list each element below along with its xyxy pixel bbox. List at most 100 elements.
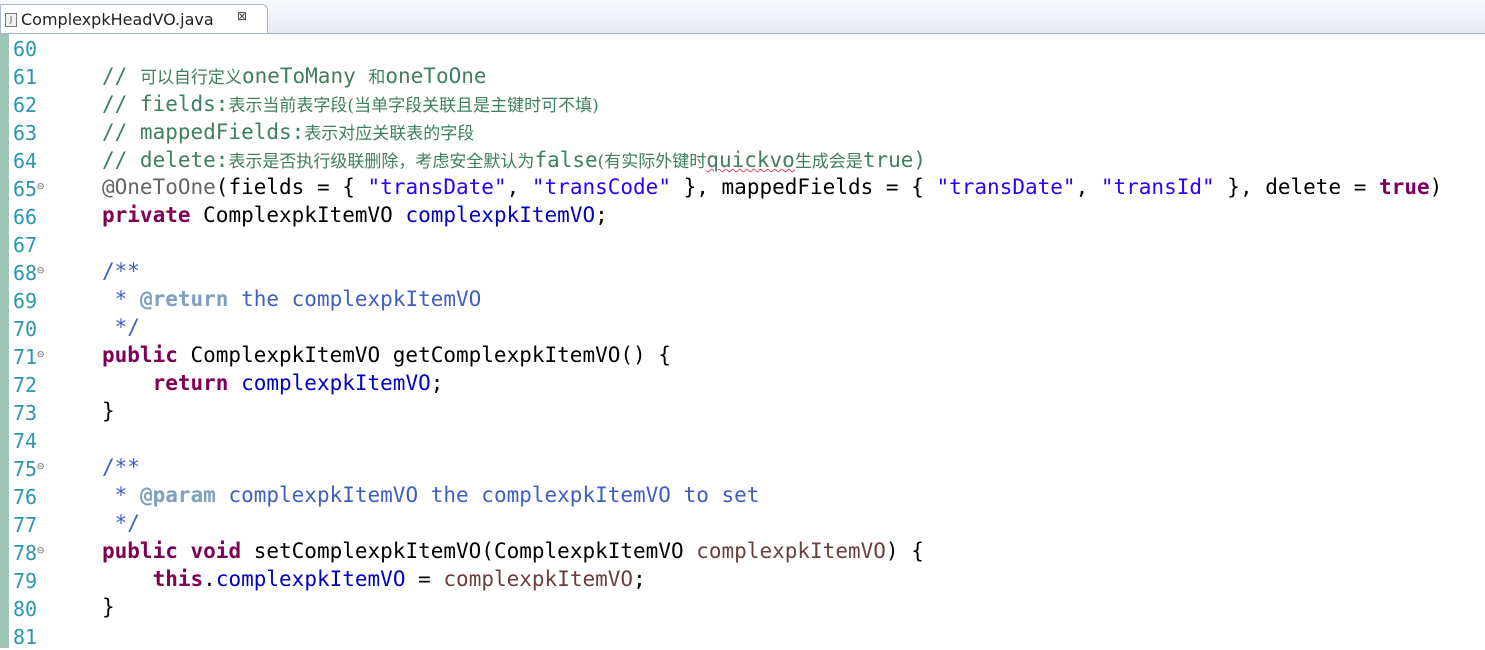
code-token: ) {: [885, 539, 924, 563]
code-line[interactable]: 70 */: [0, 314, 1485, 342]
line-number: 80: [13, 597, 38, 621]
code-text: public void setComplexpkItemVO(Complexpk…: [102, 539, 924, 563]
code-line[interactable]: 69 * @return the complexpkItemVO: [0, 286, 1485, 314]
code-token: /**: [102, 455, 140, 479]
code-text: this.complexpkItemVO = complexpkItemVO;: [102, 567, 646, 591]
code-line[interactable]: 73}: [0, 398, 1485, 426]
code-token: 表示是否执行级联删除，考虑安全默认为: [228, 152, 535, 172]
code-editor[interactable]: 60 61 // 可以自行定义oneToMany 和oneToOne 62 // fie…: [0, 34, 1485, 650]
code-line[interactable]: 60: [0, 34, 1485, 62]
line-number: 69: [13, 289, 38, 313]
code-text: */: [102, 511, 140, 535]
code-token: //: [102, 64, 140, 88]
code-line[interactable]: 66 private ComplexpkItemVO complexpkItemV…: [0, 202, 1485, 230]
line-number: 70: [13, 317, 38, 341]
code-token: the complexpkItemVO: [228, 287, 482, 311]
line-number: 62: [13, 93, 38, 117]
code-token: =: [405, 567, 444, 591]
code-line[interactable]: 62 // fields:表示当前表字段(当单字段关联且是主键时可不填): [0, 90, 1485, 118]
line-number: 65: [13, 177, 38, 201]
code-token: }, mappedFields = {: [670, 175, 937, 199]
line-number: 71: [13, 345, 38, 369]
code-token: ComplexpkItemVO: [190, 203, 406, 227]
line-number: 73: [13, 401, 38, 425]
code-token: .: [203, 567, 216, 591]
code-token: @return: [139, 287, 229, 311]
code-token: void: [190, 539, 242, 563]
code-token: complexpkItemVO: [443, 567, 634, 591]
code-token: ): [1429, 175, 1443, 199]
line-number: 63: [13, 121, 38, 145]
code-token: */: [102, 511, 140, 535]
code-token: 可以自行定义: [139, 68, 242, 88]
line-number: 67: [13, 233, 38, 257]
code-text: * @param complexpkItemVO the complexpkIt…: [102, 483, 760, 507]
fold-toggle-icon[interactable]: ⊖: [37, 543, 44, 557]
code-text: // 可以自行定义oneToMany 和oneToOne: [102, 63, 487, 88]
fold-toggle-icon[interactable]: ⊖: [37, 459, 44, 473]
fold-toggle-icon[interactable]: ⊖: [37, 179, 44, 193]
code-token: // fields:: [102, 92, 229, 116]
code-token: *: [102, 287, 140, 311]
fold-toggle-icon[interactable]: ⊖: [37, 347, 44, 361]
line-number: 66: [13, 205, 38, 229]
code-line[interactable]: 74: [0, 426, 1485, 454]
code-text: // fields:表示当前表字段(当单字段关联且是主键时可不填): [102, 91, 599, 116]
code-line[interactable]: 71 ⊖ public ComplexpkItemVO getComplexpkIt…: [0, 342, 1485, 370]
code-line[interactable]: 67: [0, 230, 1485, 258]
code-token: ,: [506, 175, 532, 199]
code-line[interactable]: 79 this.complexpkItemVO = complexpkItemV…: [0, 566, 1485, 594]
code-token: *: [102, 483, 140, 507]
code-text: */: [102, 315, 140, 339]
code-token: complexpkItemVO the complexpkItemVO to s…: [215, 483, 760, 507]
code-text: // delete:表示是否执行级联删除，考虑安全默认为false(有实际外键时…: [102, 147, 926, 172]
code-token: return: [152, 371, 229, 395]
code-line[interactable]: 78 ⊖ public void setComplexpkItemVO(Comple…: [0, 538, 1485, 566]
line-number: 64: [13, 149, 38, 173]
code-line[interactable]: 72 return complexpkItemVO;: [0, 370, 1485, 398]
code-line[interactable]: 65 ⊖ @OneToOne(fields = { "transDate", "tr…: [0, 174, 1485, 202]
line-number: 72: [13, 373, 38, 397]
code-token: ;: [430, 371, 444, 395]
code-token: "transCode": [531, 175, 671, 199]
code-token: oneToOne: [385, 64, 487, 88]
code-token: complexpkItemVO: [215, 567, 406, 591]
code-token: this: [152, 567, 204, 591]
line-number: 79: [13, 569, 38, 593]
code-token: complexpkItemVO: [696, 539, 886, 563]
code-line[interactable]: 63 // mappedFields:表示对应关联表的字段: [0, 118, 1485, 146]
code-token: "transDate": [936, 175, 1076, 199]
close-icon[interactable]: ⊠: [237, 9, 247, 23]
code-line[interactable]: 68 ⊖ /**: [0, 258, 1485, 286]
code-line[interactable]: 76 * @param complexpkItemVO the complexp…: [0, 482, 1485, 510]
code-text: * @return the complexpkItemVO: [102, 287, 482, 311]
code-token: setComplexpkItemVO(ComplexpkItemVO: [241, 539, 697, 563]
code-token: "transDate": [367, 175, 507, 199]
fold-toggle-icon[interactable]: ⊖: [37, 263, 44, 277]
code-token: }, delete =: [1214, 175, 1380, 199]
code-text: }: [102, 399, 115, 423]
line-number: 76: [13, 485, 38, 509]
line-number: 60: [13, 37, 38, 61]
code-line[interactable]: 77 */: [0, 510, 1485, 538]
code-token: 和: [368, 68, 386, 88]
code-token: 生成会是: [794, 152, 863, 172]
code-line[interactable]: 80}: [0, 594, 1485, 622]
code-token: quickvo: [706, 148, 795, 172]
code-token: private: [102, 203, 191, 227]
line-number: 75: [13, 457, 38, 481]
code-token: public: [102, 539, 178, 563]
code-line[interactable]: 81: [0, 622, 1485, 650]
code-token: // mappedFields:: [102, 120, 305, 144]
editor-tab-complexpkheadvo[interactable]: J ComplexpkHeadVO.java ⊠: [0, 4, 268, 33]
code-token: 表示当前表字段(当单字段关联且是主键时可不填): [228, 96, 599, 116]
code-line[interactable]: 64 // delete:表示是否执行级联删除，考虑安全默认为false(有实际外…: [0, 146, 1485, 174]
code-token: "transId": [1100, 175, 1215, 199]
code-line[interactable]: 75 ⊖ /**: [0, 454, 1485, 482]
code-token: // delete:: [102, 148, 229, 172]
code-line[interactable]: 61 // 可以自行定义oneToMany 和oneToOne: [0, 62, 1485, 90]
code-text: return complexpkItemVO;: [102, 371, 444, 395]
code-token: true): [862, 148, 927, 172]
line-number: 77: [13, 513, 38, 537]
